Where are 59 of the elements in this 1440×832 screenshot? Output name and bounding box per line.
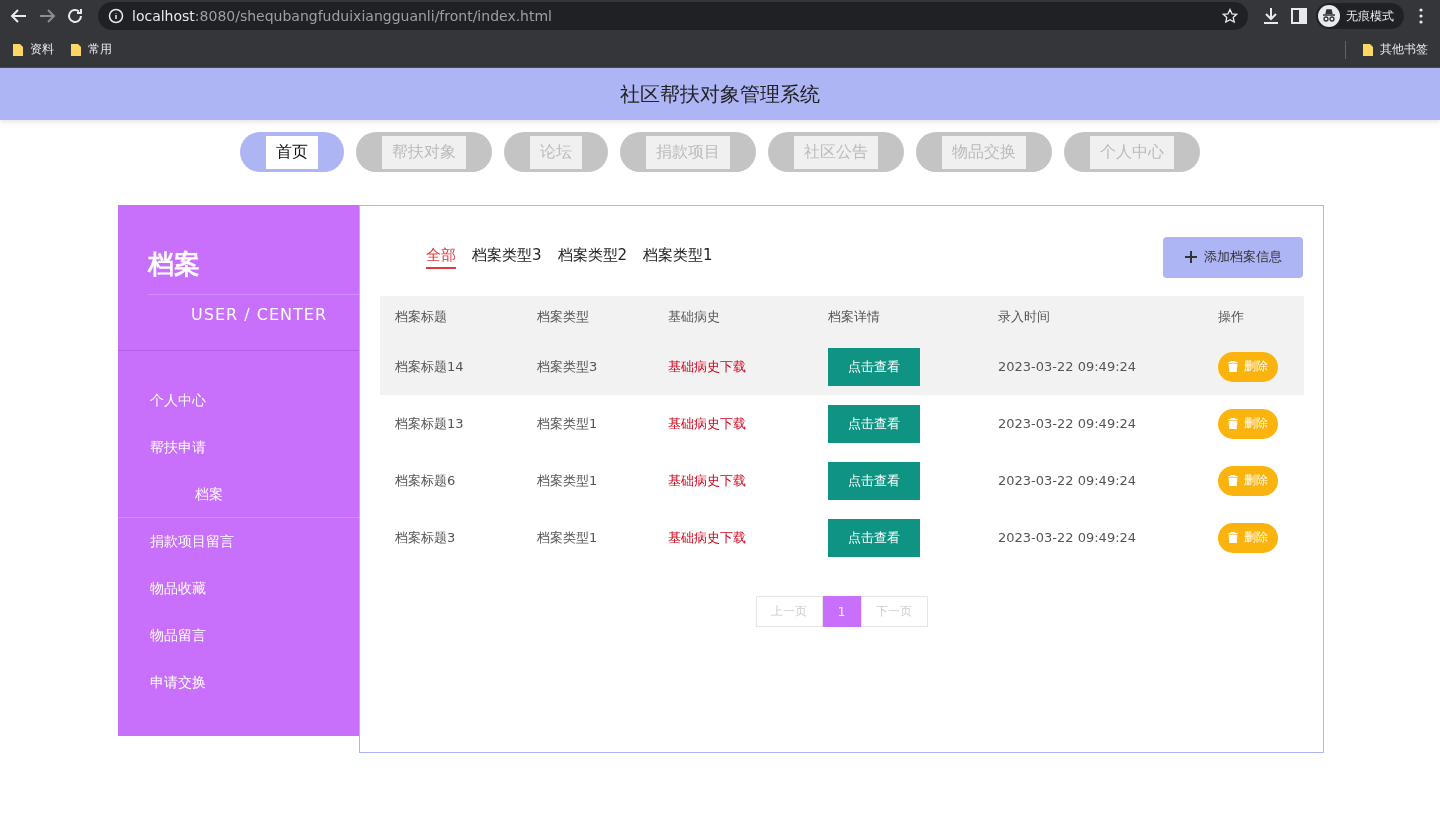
sidebar-item[interactable]: 物品留言 [118,612,359,659]
column-header: 基础病史 [653,296,813,338]
site-title: 社区帮扶对象管理系统 [620,80,820,108]
view-button[interactable]: 点击查看 [828,404,920,443]
star-icon[interactable] [1222,8,1238,24]
nav-tab[interactable]: 首页 [240,132,344,172]
other-bookmarks[interactable]: 其他书签 [1362,41,1428,58]
folder-icon [70,42,82,57]
filter-tab[interactable]: 档案类型3 [472,245,542,269]
page-button[interactable]: 1 [822,596,861,627]
url-text: localhost:8080/shequbangfuduixiangguanli/front/index.html [132,8,553,24]
download-link[interactable]: 基础病史下载 [668,357,746,376]
column-header: 档案详情 [813,296,983,338]
column-header: 档案类型 [522,296,653,338]
sidebar-item[interactable]: 档案 [118,471,359,518]
folder-icon [1362,42,1374,57]
filter-tab[interactable]: 档案类型1 [643,245,713,269]
folder-icon [12,42,24,57]
bookmark[interactable]: 资料 [12,41,54,58]
column-header: 档案标题 [380,296,522,338]
view-button[interactable]: 点击查看 [828,518,920,557]
trash-icon [1228,361,1238,372]
sidebar-item[interactable]: 个人中心 [118,377,359,424]
download-link[interactable]: 基础病史下载 [668,471,746,490]
plus-icon [1184,250,1198,264]
address-bar[interactable]: localhost:8080/shequbangfuduixiangguanli/front/index.html [98,2,1248,30]
download-link[interactable]: 基础病史下载 [668,528,746,547]
profile-button[interactable]: 无痕模式 [1316,3,1404,29]
sidebar-item[interactable]: 申请交换 [118,659,359,706]
bookmark-label: 其他书签 [1380,41,1428,58]
filter-tab[interactable]: 档案类型2 [557,245,628,269]
delete-button[interactable]: 删除 [1218,465,1278,496]
add-button[interactable]: 添加档案信息 [1163,236,1303,278]
delete-button[interactable]: 删除 [1218,408,1278,439]
delete-button[interactable]: 删除 [1218,351,1278,382]
download-link[interactable]: 基础病史下载 [668,414,746,433]
bookmark-label: 常用 [88,41,112,58]
table-cell: 档案标题14 [380,338,522,395]
table-cell: 档案类型3 [522,338,653,395]
delete-button[interactable]: 删除 [1218,522,1278,553]
table-cell: 2023-03-22 09:49:24 [983,338,1203,395]
trash-icon [1228,418,1238,429]
sidebar-title: 档案 [148,248,201,281]
sidebar-subtitle: USER / CENTER [148,294,359,324]
column-header: 操作 [1203,296,1304,338]
column-header: 录入时间 [983,296,1203,338]
bookmark[interactable]: 常用 [70,41,112,58]
side-panel-icon[interactable] [1288,5,1310,27]
view-button[interactable]: 点击查看 [828,461,920,500]
bookmark-label: 资料 [30,41,54,58]
sidebar-item[interactable]: 帮扶申请 [118,424,359,471]
trash-icon [1228,532,1238,543]
trash-icon [1228,475,1238,486]
sidebar-item[interactable]: 捐款项目留言 [118,518,359,565]
sidebar-item[interactable]: 物品收藏 [118,565,359,612]
filter-tab[interactable]: 全部 [426,245,456,269]
incognito-icon [1318,5,1340,27]
info-icon [108,8,124,24]
view-button[interactable]: 点击查看 [828,347,920,386]
